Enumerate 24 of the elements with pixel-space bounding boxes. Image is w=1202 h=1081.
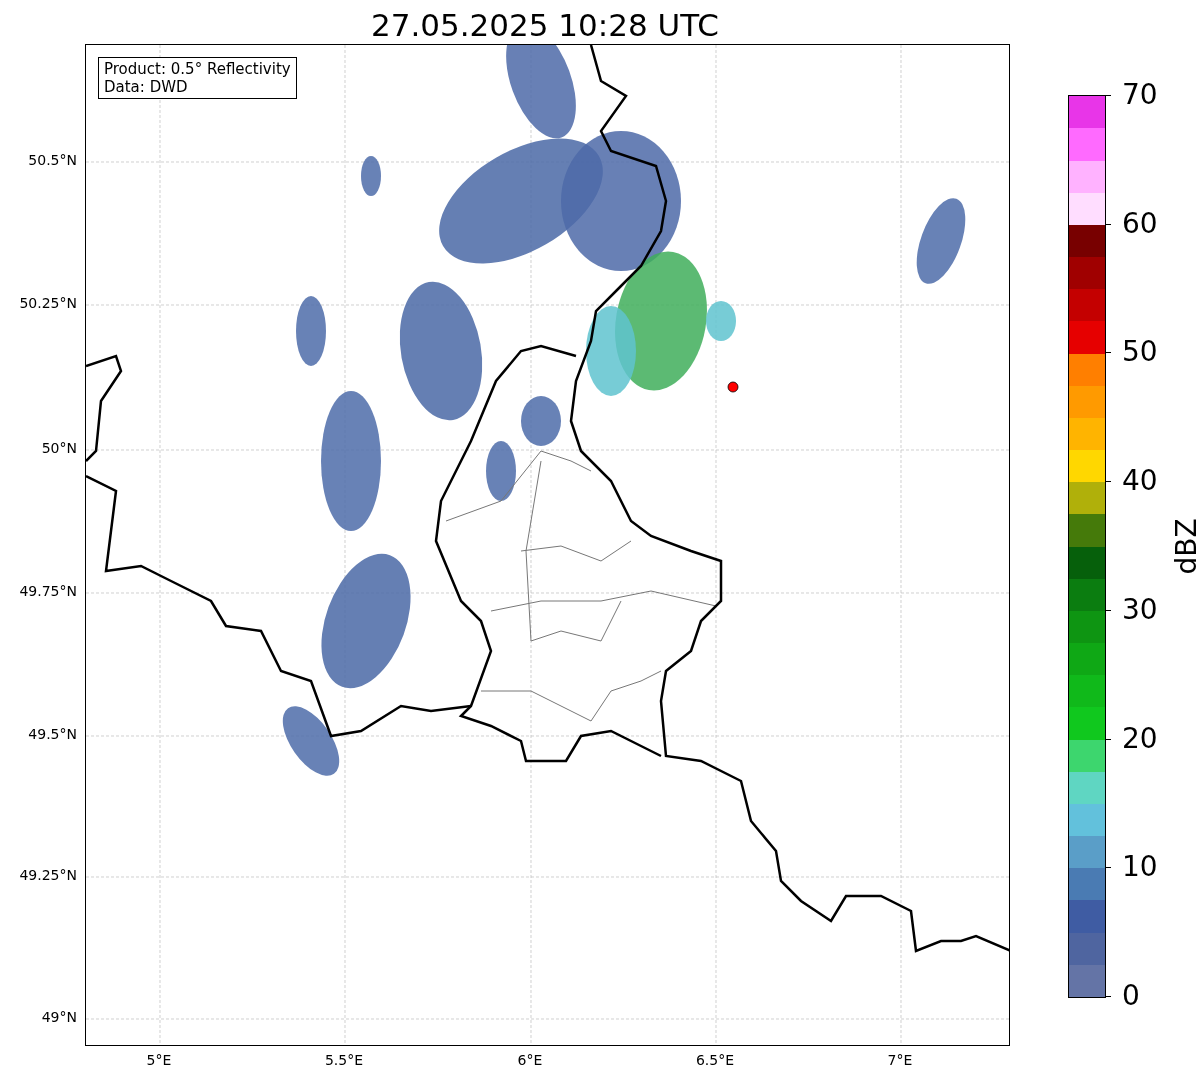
- colorbar-tick-label: 70: [1122, 80, 1158, 110]
- latitude-label: 49.25°N: [19, 867, 77, 883]
- colorbar-tick-label: 20: [1122, 723, 1158, 754]
- longitude-label: 6.5°E: [695, 1052, 735, 1068]
- longitude-label: 6°E: [516, 1052, 544, 1068]
- latitude-label: 49°N: [41, 1009, 77, 1025]
- colorbar-tick-label: 60: [1122, 208, 1158, 239]
- legend-text: Data: DWD: [104, 78, 189, 96]
- longitude-label: 5°E: [145, 1052, 173, 1068]
- colorbar-tick-label: 10: [1122, 852, 1158, 883]
- longitude-label: 5.5°E: [324, 1052, 364, 1068]
- latitude-label: 50.5°N: [28, 152, 77, 168]
- colorbar-tick-label: 50: [1122, 337, 1158, 368]
- colorbar-label: dBZ: [1169, 518, 1202, 575]
- latitude-label: 50.25°N: [19, 295, 77, 311]
- chart-title: 27.05.2025 10:28 UTC: [370, 6, 720, 44]
- colorbar-tick-label: 0: [1122, 981, 1140, 1011]
- longitude-label: 7°E: [886, 1052, 914, 1068]
- colorbar-tick-label: 30: [1122, 594, 1158, 625]
- colorbar-tick-label: 40: [1122, 466, 1158, 497]
- legend-text: Product: 0.5° Reflectivity: [104, 60, 291, 78]
- latitude-label: 50°N: [41, 440, 77, 456]
- latitude-label: 49.5°N: [28, 726, 77, 742]
- latitude-label: 49.75°N: [19, 583, 77, 599]
